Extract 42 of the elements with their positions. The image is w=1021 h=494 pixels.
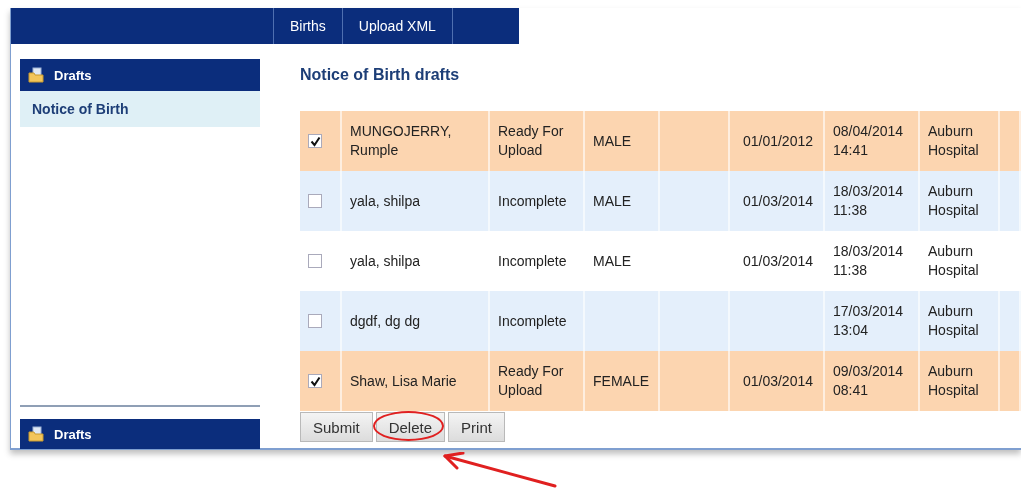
action-button[interactable]: Delete [375, 412, 446, 442]
name-cell: dgdf, dg dg [350, 311, 421, 331]
gender-cell: MALE [593, 131, 632, 151]
modified-cell-text: 09/03/2014 08:41 [833, 362, 905, 400]
checkbox[interactable] [308, 194, 322, 208]
gender-cell: FEMALE [593, 371, 649, 391]
sidebar-item[interactable]: Notice of Birth [20, 91, 260, 127]
date-cell: 01/01/2012 [742, 131, 813, 151]
date-cell: 01/03/2014 [742, 251, 813, 271]
checkbox[interactable] [308, 134, 322, 148]
action-button[interactable]: Print [448, 412, 505, 442]
status-cell-text: Ready For Upload [498, 122, 565, 160]
checkbox[interactable] [308, 314, 322, 328]
status-cell: Incomplete [498, 251, 567, 271]
hospital-cell-text: Auburn Hospital [928, 242, 980, 280]
status-cell: Incomplete [498, 191, 567, 211]
checkbox[interactable] [308, 254, 322, 268]
gender-cell: MALE [593, 251, 632, 271]
page-title: Notice of Birth drafts [300, 66, 461, 84]
gender-cell: MALE [593, 191, 632, 211]
date-cell: 01/03/2014 [742, 371, 813, 391]
name-cell-text: MUNGOJERRY, Rumple [350, 122, 453, 160]
date-cell: 01/03/2014 [742, 191, 813, 211]
sidebar-header-label: Drafts [54, 67, 92, 83]
modified-cell-text: 08/04/2014 14:41 [833, 122, 905, 160]
hospital-cell-text: Auburn Hospital [928, 302, 980, 340]
status-cell-text: Ready For Upload [498, 362, 565, 400]
hospital-cell-text: Auburn Hospital [928, 362, 980, 400]
hospital-cell-text: Auburn Hospital [928, 122, 980, 160]
hospital-cell-text: Auburn Hospital [928, 182, 980, 220]
modified-cell-text: 18/03/2014 11:38 [833, 242, 905, 280]
name-cell: Shaw, Lisa Marie [350, 371, 457, 391]
action-button[interactable]: Submit [300, 412, 373, 442]
name-cell: yala, shilpa [350, 251, 421, 271]
folder-icon [28, 426, 44, 442]
modified-cell-text: 17/03/2014 13:04 [833, 302, 905, 340]
name-cell: yala, shilpa [350, 191, 421, 211]
status-cell: Incomplete [498, 311, 567, 331]
modified-cell-text: 18/03/2014 11:38 [833, 182, 905, 220]
sidebar-header-label: Drafts [54, 426, 92, 442]
checkbox[interactable] [308, 374, 322, 388]
folder-icon [28, 67, 44, 83]
